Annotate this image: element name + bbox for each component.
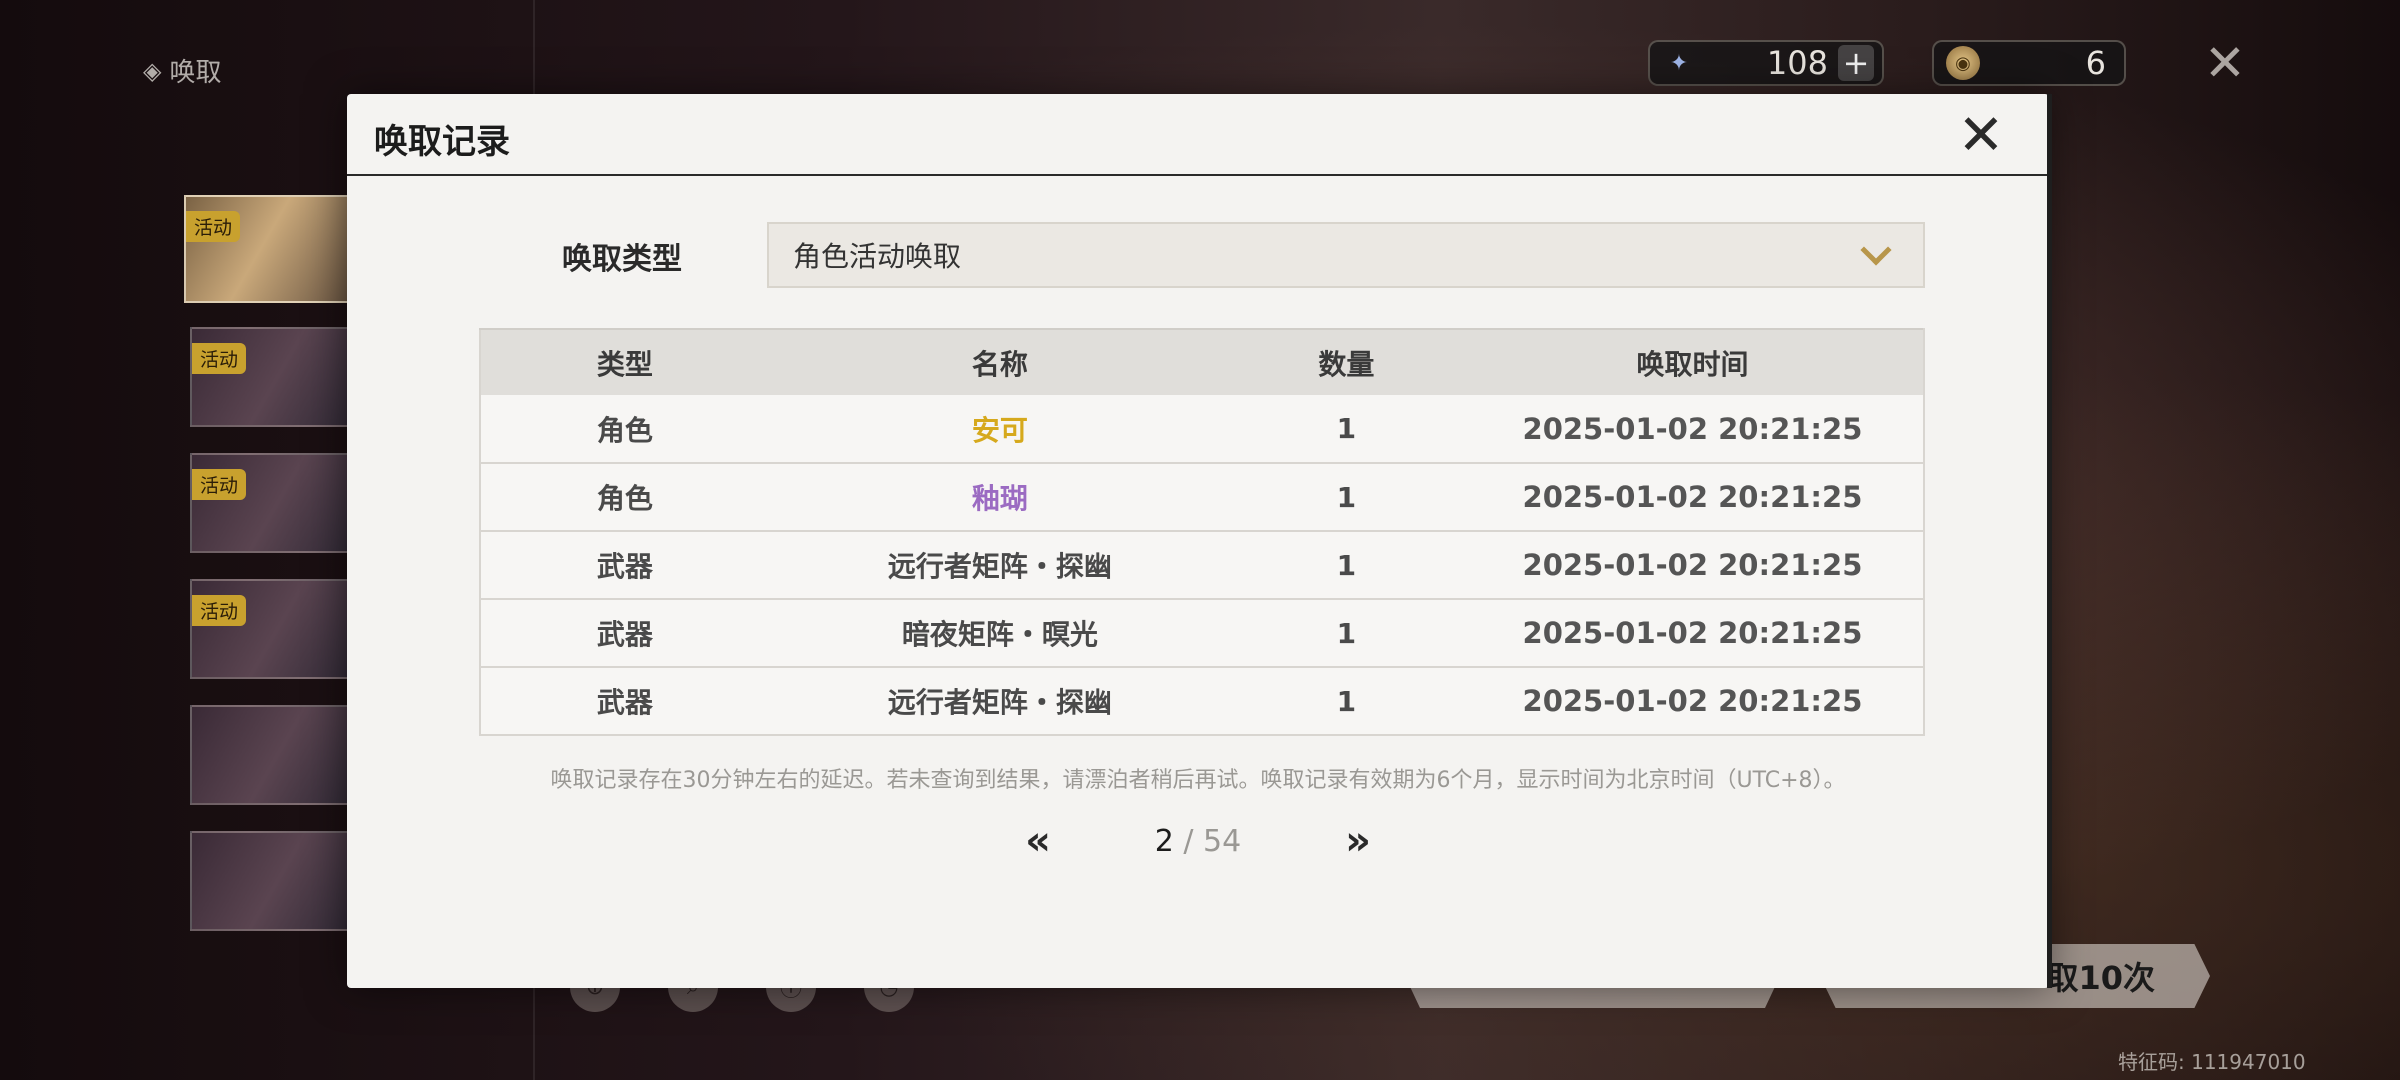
page-total: 54	[1203, 823, 1242, 859]
modal-title: 唤取记录	[374, 122, 510, 162]
row-type: 角色	[479, 395, 769, 464]
row-name: 釉瑚	[768, 463, 1231, 532]
astrite-icon: ✦	[1669, 50, 1689, 76]
row-count: 1	[1230, 667, 1462, 736]
row-type: 角色	[479, 463, 769, 532]
table-row: 武器 远行者矩阵・探幽 1 2025-01-02 20:21:25	[479, 667, 1926, 736]
prev-page-icon[interactable]: «	[993, 818, 1083, 864]
convene-history-modal: 唤取记录 ✕ 唤取类型 角色活动唤取 类型 名称 数量 唤取时间 角色 安可 1…	[347, 94, 2049, 988]
row-type: 武器	[479, 599, 769, 668]
banner-tag: 活动	[186, 211, 241, 242]
row-count: 1	[1230, 395, 1462, 464]
row-name: 暗夜矩阵・暝光	[768, 599, 1231, 668]
astrite-counter: ✦ 108 +	[1648, 40, 1884, 86]
banner-tag: 活动	[192, 469, 247, 500]
screen-title: ◈ 唤取	[143, 52, 221, 89]
screen-close-icon[interactable]: ✕	[2200, 38, 2250, 88]
banner-tag: 活动	[192, 595, 247, 626]
row-time: 2025-01-02 20:21:25	[1461, 599, 1926, 668]
table-row: 武器 暗夜矩阵・暝光 1 2025-01-02 20:21:25	[479, 599, 1926, 668]
modal-header: 唤取记录 ✕	[347, 94, 2049, 176]
next-page-icon[interactable]: »	[1313, 818, 1403, 864]
col-count: 数量	[1230, 328, 1462, 395]
records-table: 类型 名称 数量 唤取时间 角色 安可 1 2025-01-02 20:21:2…	[479, 328, 1926, 736]
type-label: 唤取类型	[562, 242, 682, 277]
screen-title-label: 唤取	[169, 58, 222, 88]
row-time: 2025-01-02 20:21:25	[1461, 395, 1926, 464]
astrite-value: 108	[1766, 44, 1828, 82]
add-astrite-button[interactable]: +	[1838, 45, 1874, 81]
tide-value: 6	[2085, 44, 2106, 82]
row-time: 2025-01-02 20:21:25	[1461, 463, 1926, 532]
table-header-row: 类型 名称 数量 唤取时间	[479, 328, 1926, 395]
chevron-down-icon	[1860, 234, 1892, 266]
table-row: 角色 釉瑚 1 2025-01-02 20:21:25	[479, 463, 1926, 532]
row-type: 武器	[479, 667, 769, 736]
coin-icon: ◉	[1946, 46, 1980, 80]
col-name: 名称	[768, 328, 1231, 395]
pull-ten-label: 取10次	[2046, 959, 2155, 997]
tide-counter: ◉ 6	[1932, 40, 2126, 86]
row-time: 2025-01-02 20:21:25	[1461, 531, 1926, 600]
page-indicator: 2 / 54	[1083, 824, 1313, 859]
row-count: 1	[1230, 531, 1462, 600]
col-time: 唤取时间	[1461, 328, 1926, 395]
col-type: 类型	[479, 328, 769, 395]
row-count: 1	[1230, 599, 1462, 668]
pagination: « 2 / 54 »	[347, 818, 2049, 864]
delay-notice: 唤取记录存在30分钟左右的延迟。若未查询到结果，请漂泊者稍后再试。唤取记录有效期…	[550, 768, 1846, 793]
page-current: 2	[1154, 823, 1174, 859]
row-count: 1	[1230, 463, 1462, 532]
modal-edge	[2047, 94, 2052, 988]
row-time: 2025-01-02 20:21:25	[1461, 667, 1926, 736]
close-icon[interactable]: ✕	[1953, 108, 2009, 164]
row-name: 远行者矩阵・探幽	[768, 531, 1231, 600]
page-separator: /	[1183, 823, 1194, 859]
row-name: 远行者矩阵・探幽	[768, 667, 1231, 736]
row-name: 安可	[768, 395, 1231, 464]
type-dropdown-value: 角色活动唤取	[793, 240, 962, 273]
feature-code: 特征码: 111947010	[2118, 1050, 2306, 1074]
table-row: 角色 安可 1 2025-01-02 20:21:25	[479, 395, 1926, 464]
table-row: 武器 远行者矩阵・探幽 1 2025-01-02 20:21:25	[479, 531, 1926, 600]
banner-tag: 活动	[192, 343, 247, 374]
convene-icon: ◈	[143, 56, 162, 85]
row-type: 武器	[479, 531, 769, 600]
type-dropdown[interactable]: 角色活动唤取	[767, 222, 1925, 288]
